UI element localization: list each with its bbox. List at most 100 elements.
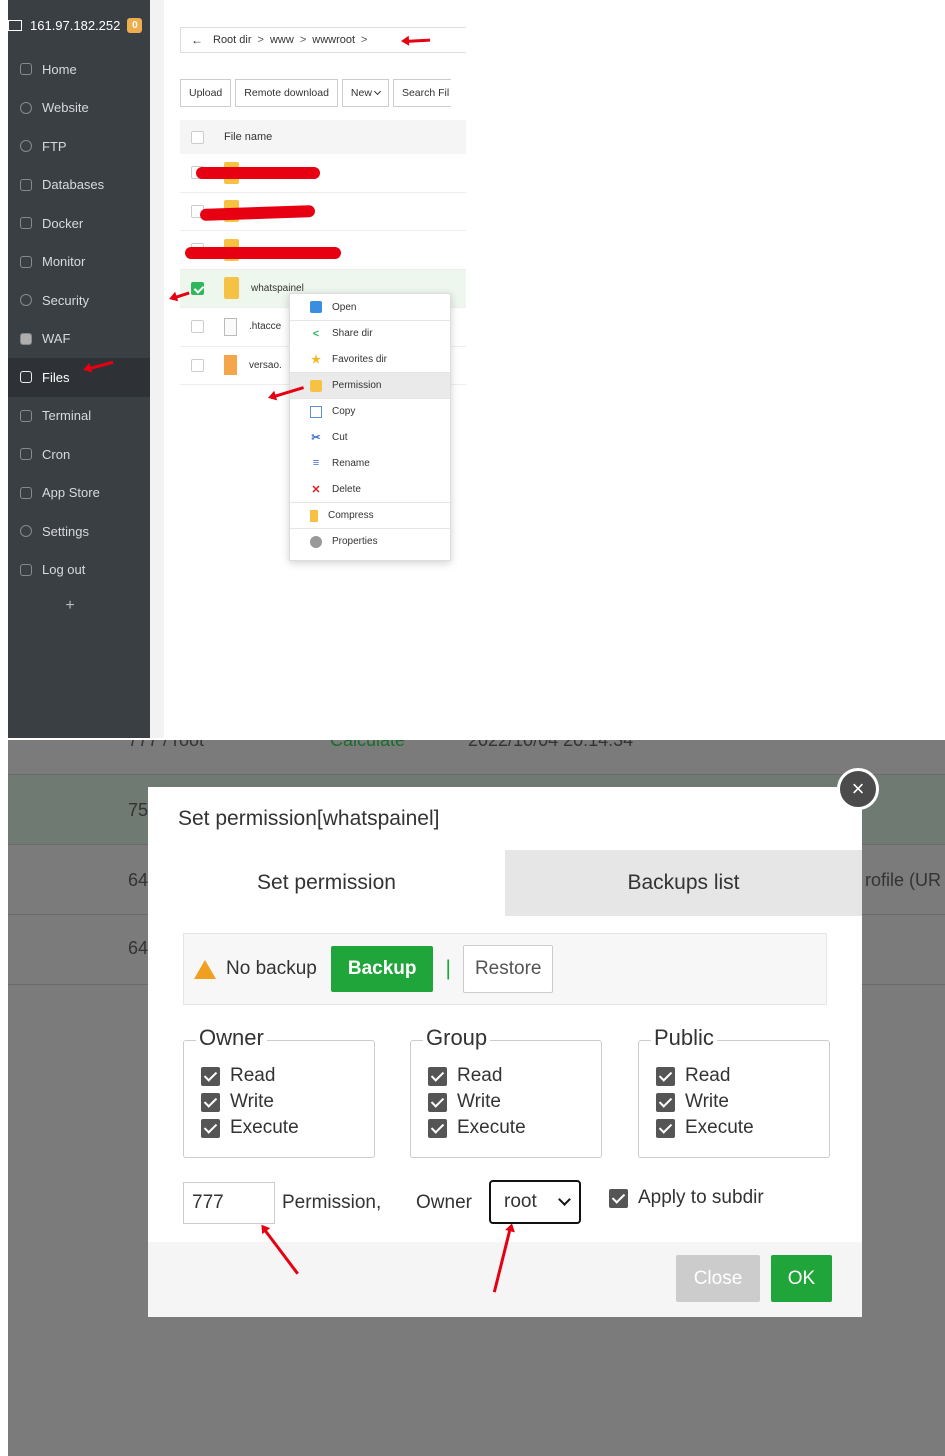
monitor-icon (8, 19, 22, 31)
docker-icon (20, 217, 32, 230)
backup-bar: No backup Backup | Restore (183, 933, 827, 1005)
database-icon (20, 178, 32, 191)
public-execute-checkbox[interactable]: Execute (656, 1115, 829, 1141)
open-icon (310, 301, 322, 313)
background-row-size: 64 (128, 870, 149, 890)
close-icon[interactable]: × (837, 768, 879, 810)
sidebar-item-cron[interactable]: Cron (8, 435, 150, 474)
group-execute-checkbox[interactable]: Execute (428, 1115, 601, 1141)
owner-write-checkbox[interactable]: Write (201, 1089, 374, 1115)
menu-item-rename[interactable]: ≡ Rename (290, 450, 450, 476)
menu-item-open[interactable]: Open (290, 294, 450, 320)
sidebar-item-home[interactable]: Home (8, 50, 150, 89)
owner-select[interactable]: root (489, 1180, 581, 1224)
remote-download-button[interactable]: Remote download (235, 79, 338, 107)
background-permission: 777 / root (128, 740, 205, 750)
owner-permissions: Owner Read Write Execute (183, 1025, 375, 1158)
breadcrumb-wwwroot[interactable]: wwwroot (312, 34, 355, 46)
group-checkboxes: Read Write Execute (411, 1063, 601, 1141)
row-checkbox-checked[interactable] (191, 281, 204, 295)
more-icon (310, 535, 322, 548)
sidebar-item-app-store[interactable]: App Store (8, 474, 150, 513)
owner-label: Owner (416, 1192, 472, 1213)
public-write-checkbox[interactable]: Write (656, 1089, 829, 1115)
file-icon (224, 317, 237, 336)
backup-button[interactable]: Backup (330, 946, 434, 992)
star-icon: ★ (311, 353, 321, 366)
public-read-checkbox[interactable]: Read (656, 1063, 829, 1089)
breadcrumb-separator: > (361, 34, 368, 46)
chevron-down-icon (558, 1193, 571, 1206)
folder-icon (20, 371, 32, 384)
sidebar-item-settings[interactable]: Settings (8, 512, 150, 551)
menu-item-delete[interactable]: ✕ Delete (290, 476, 450, 502)
sidebar-item-files[interactable]: Files (8, 358, 150, 397)
row-checkbox[interactable] (191, 358, 204, 372)
tab-backups-list[interactable]: Backups list (505, 850, 862, 916)
group-write-checkbox[interactable]: Write (428, 1089, 601, 1115)
sidebar: 161.97.182.252 0 Home Website FTP Databa… (8, 0, 150, 738)
breadcrumb-separator: > (257, 34, 264, 46)
sidebar-item-databases[interactable]: Databases (8, 166, 150, 205)
permission-label: Permission, (282, 1192, 382, 1213)
ok-button[interactable]: OK (771, 1255, 832, 1302)
row-checkbox[interactable] (191, 320, 204, 334)
share-icon: < (312, 327, 320, 340)
file-manager-screenshot: 161.97.182.252 0 Home Website FTP Databa… (0, 0, 945, 738)
set-permission-dialog: Set permission[whatspainel] Set permissi… (148, 787, 862, 1317)
upload-button[interactable]: Upload (180, 79, 232, 107)
notification-badge[interactable]: 0 (127, 17, 143, 33)
table-row[interactable] (180, 154, 466, 193)
table-row[interactable] (180, 193, 466, 231)
apply-subdir-checkbox[interactable]: Apply to subdir (609, 1187, 764, 1209)
file-name[interactable]: .htacce (249, 321, 281, 332)
menu-item-cut[interactable]: ✂ Cut (290, 424, 450, 450)
globe-icon (20, 101, 32, 114)
warning-icon (194, 959, 216, 979)
public-checkboxes: Read Write Execute (639, 1063, 829, 1141)
checkbox-checked-icon (428, 1066, 447, 1086)
sidebar-item-monitor[interactable]: Monitor (8, 243, 150, 282)
archive-icon (310, 509, 318, 522)
restore-button[interactable]: Restore (462, 945, 554, 993)
owner-legend: Owner (196, 1025, 267, 1051)
delete-icon: ✕ (311, 483, 321, 496)
owner-execute-checkbox[interactable]: Execute (201, 1115, 374, 1141)
search-files-button[interactable]: Search Fil (392, 79, 451, 107)
menu-item-properties[interactable]: Properties (290, 528, 450, 554)
breadcrumb-root[interactable]: Root dir (213, 34, 252, 46)
group-permissions: Group Read Write Execute (410, 1025, 602, 1158)
chevron-down-icon (373, 87, 381, 96)
sidebar-item-security[interactable]: Security (8, 281, 150, 320)
dialog-title: Set permission[whatspainel] (178, 806, 440, 830)
menu-item-copy[interactable]: Copy (290, 398, 450, 424)
logout-icon (20, 563, 32, 576)
menu-item-compress[interactable]: Compress (290, 502, 450, 528)
sidebar-item-waf[interactable]: WAF (8, 320, 150, 359)
sidebar-item-ftp[interactable]: FTP (8, 127, 150, 166)
owner-checkboxes: Read Write Execute (184, 1063, 374, 1141)
permission-input[interactable]: 777 (183, 1182, 275, 1224)
breadcrumb-www[interactable]: www (270, 34, 294, 46)
menu-item-permission[interactable]: Permission (290, 372, 450, 398)
tab-set-permission[interactable]: Set permission (148, 850, 505, 916)
add-icon[interactable]: + (8, 589, 150, 615)
sidebar-item-website[interactable]: Website (8, 89, 150, 128)
menu-item-favorites-dir[interactable]: ★ Favorites dir (290, 346, 450, 372)
sidebar-item-logout[interactable]: Log out (8, 551, 150, 590)
owner-read-checkbox[interactable]: Read (201, 1063, 374, 1089)
sidebar-item-terminal[interactable]: Terminal (8, 397, 150, 436)
group-read-checkbox[interactable]: Read (428, 1063, 601, 1089)
file-name[interactable]: versao. (249, 360, 282, 371)
table-row[interactable] (180, 231, 466, 270)
select-all-checkbox[interactable] (191, 130, 204, 144)
scissors-icon: ✂ (311, 431, 321, 444)
terminal-icon (20, 409, 32, 422)
background-row-size: 75 (128, 800, 149, 820)
close-button[interactable]: Close (676, 1255, 760, 1302)
menu-item-share-dir[interactable]: < Share dir (290, 320, 450, 346)
back-arrow-icon[interactable]: ← (191, 33, 203, 47)
rename-icon: ≡ (312, 457, 320, 469)
new-button[interactable]: New (341, 79, 389, 107)
sidebar-item-docker[interactable]: Docker (8, 204, 150, 243)
